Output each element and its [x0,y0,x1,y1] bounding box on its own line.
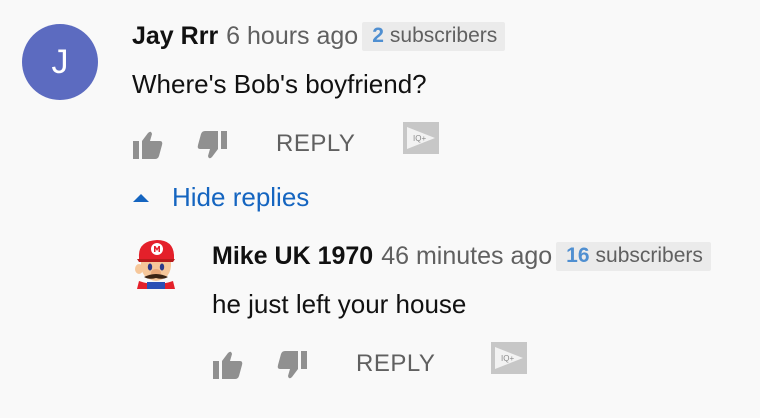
subscriber-count: 2 [372,24,384,47]
subscriber-badge: 2 subscribers [362,22,506,51]
reply-header: Mike UK 1970 46 minutes ago 16 subscribe… [212,242,711,271]
subscriber-count: 16 [566,244,590,267]
reply-author[interactable]: Mike UK 1970 [212,242,373,271]
thumbs-down-icon[interactable] [196,130,228,160]
hide-replies-toggle[interactable]: Hide replies [132,182,309,213]
subscriber-label: subscribers [595,244,703,267]
comment-header: Jay Rrr 6 hours ago 2 subscribers [132,22,506,51]
reply-button[interactable]: REPLY [276,130,355,158]
thumbs-up-icon[interactable] [212,350,244,380]
iq-label: IQ+ [413,134,426,143]
mario-avatar[interactable] [133,237,179,289]
comment-author[interactable]: Jay Rrr [132,22,218,51]
subscriber-label: subscribers [389,24,498,47]
iq-label: IQ+ [501,354,514,363]
avatar[interactable]: J [22,24,98,100]
thumbs-up-icon[interactable] [132,130,164,160]
subscriber-badge: 16 subscribers [556,242,711,271]
comment-text: Where's Bob's boyfriend? [132,69,427,99]
comment-time[interactable]: 6 hours ago [226,22,358,51]
reply-text: he just left your house [212,289,467,319]
caret-up-icon [133,193,149,202]
iq-plus-icon[interactable]: IQ+ [490,341,528,375]
reply-button[interactable]: REPLY [356,350,435,378]
thumbs-down-icon[interactable] [276,350,308,380]
reply-time[interactable]: 46 minutes ago [381,242,552,271]
iq-plus-icon[interactable]: IQ+ [402,121,440,155]
hide-replies-label: Hide replies [172,182,310,212]
